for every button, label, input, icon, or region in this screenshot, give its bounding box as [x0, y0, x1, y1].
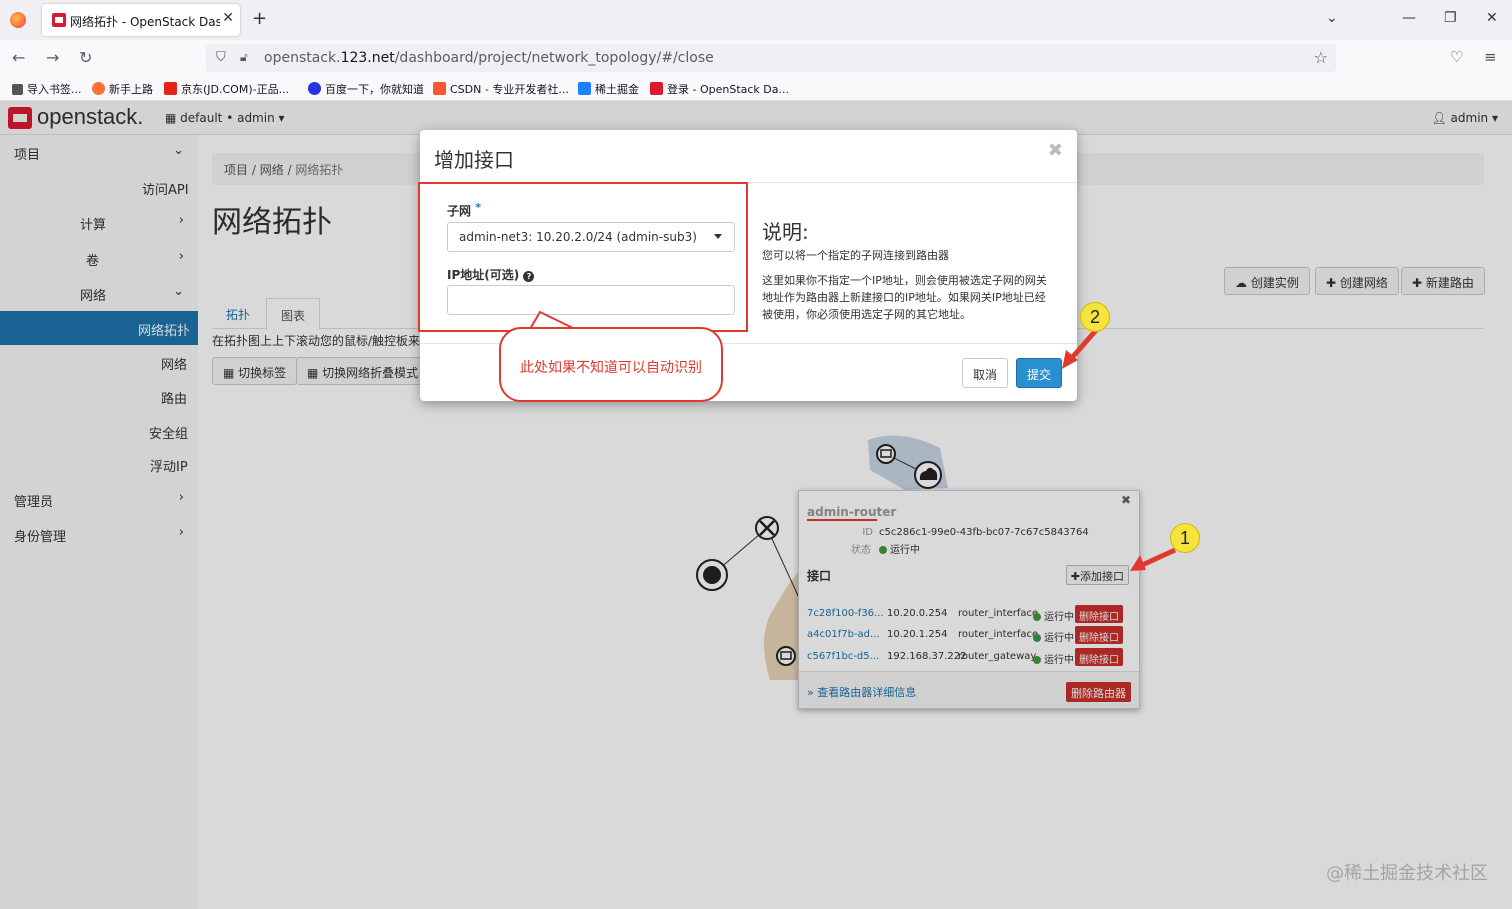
csdn-icon	[433, 82, 446, 95]
back-icon[interactable]: ←	[12, 48, 25, 67]
description-title: 说明:	[762, 220, 809, 244]
bookmark-item[interactable]: 导入书签...	[12, 81, 82, 97]
caret-down-icon	[714, 234, 722, 239]
pocket-icon[interactable]: ♡	[1450, 48, 1463, 66]
cancel-button[interactable]: 取消	[962, 358, 1009, 388]
minimize-icon[interactable]: —	[1402, 10, 1416, 26]
close-window-icon[interactable]: ✕	[1486, 10, 1498, 26]
tab-list-chevron-icon[interactable]: ⌄	[1326, 10, 1338, 26]
reload-icon[interactable]: ↻	[79, 48, 92, 67]
bookmark-item[interactable]: CSDN - 专业开发者社...	[433, 81, 569, 97]
url-bar[interactable]: ⛉ 🔓︎ openstack.123.net/dashboard/project…	[206, 44, 1336, 72]
openstack-icon	[650, 82, 663, 95]
subnet-label: 子网 *	[447, 201, 481, 218]
callout-text: 此处如果不知道可以自动识别	[520, 360, 702, 376]
jd-icon	[164, 82, 177, 95]
modal-title: 增加接口	[434, 148, 514, 172]
step-badge-2: 2	[1080, 302, 1110, 332]
bookmark-item[interactable]: 登录 - OpenStack Da...	[650, 81, 789, 97]
import-icon	[12, 84, 23, 95]
tab-close-icon[interactable]: ✕	[222, 10, 234, 26]
firefox-icon	[92, 82, 105, 95]
bookmark-item[interactable]: 稀土掘金	[578, 81, 639, 97]
forward-icon[interactable]: →	[46, 48, 59, 67]
restore-icon[interactable]: ❐	[1444, 10, 1457, 26]
bookmark-item[interactable]: 百度一下，你就知道	[308, 81, 424, 97]
bookmarks-bar: 导入书签... 新手上路 京东(JD.COM)-正品... 百度一下，你就知道 …	[0, 76, 1512, 101]
description-text: 您可以将一个指定的子网连接到路由器	[762, 249, 949, 262]
url-text[interactable]: openstack.123.net/dashboard/project/netw…	[264, 50, 714, 66]
bookmark-item[interactable]: 新手上路	[92, 81, 153, 97]
insecure-lock-icon[interactable]: 🔓︎	[240, 50, 248, 65]
ip-address-input[interactable]	[447, 285, 735, 315]
firefox-icon[interactable]	[10, 12, 26, 28]
annotation-callout: 此处如果不知道可以自动识别	[499, 327, 723, 402]
submit-button[interactable]: 提交	[1016, 358, 1063, 388]
tracking-shield-icon[interactable]: ⛉	[216, 50, 226, 65]
browser-navbar: ← → ↻ ⛉ 🔓︎ openstack.123.net/dashboard/p…	[0, 40, 1512, 76]
menu-icon[interactable]: ≡	[1484, 48, 1497, 66]
ip-address-label: IP地址(可选) ?	[447, 266, 535, 283]
modal-close-icon[interactable]: ✖	[1048, 140, 1063, 161]
watermark: @稀土掘金技术社区	[1326, 863, 1488, 884]
bookmark-star-icon[interactable]: ☆	[1314, 48, 1328, 67]
tab-title: 网络拓扑 - OpenStack Dashboard	[70, 15, 220, 29]
description-text: 这里如果你不指定一个IP地址，则会使用被选定子网的网关地址作为路由器上新建接口的…	[762, 274, 1047, 321]
browser-tab-bar: 网络拓扑 - OpenStack Dashboard ✕ + ⌄ — ❐ ✕	[0, 0, 1512, 40]
bookmark-item[interactable]: 京东(JD.COM)-正品...	[164, 81, 289, 97]
juejin-icon	[578, 82, 591, 95]
openstack-favicon-icon	[52, 13, 66, 27]
browser-tab-active[interactable]: 网络拓扑 - OpenStack Dashboard ✕	[42, 4, 240, 36]
baidu-icon	[308, 82, 321, 95]
new-tab-icon[interactable]: +	[252, 8, 267, 29]
help-icon[interactable]: ?	[523, 271, 535, 282]
subnet-select[interactable]: admin-net3: 10.20.2.0/24 (admin-sub3)	[447, 222, 735, 252]
step-badge-1: 1	[1170, 523, 1200, 553]
